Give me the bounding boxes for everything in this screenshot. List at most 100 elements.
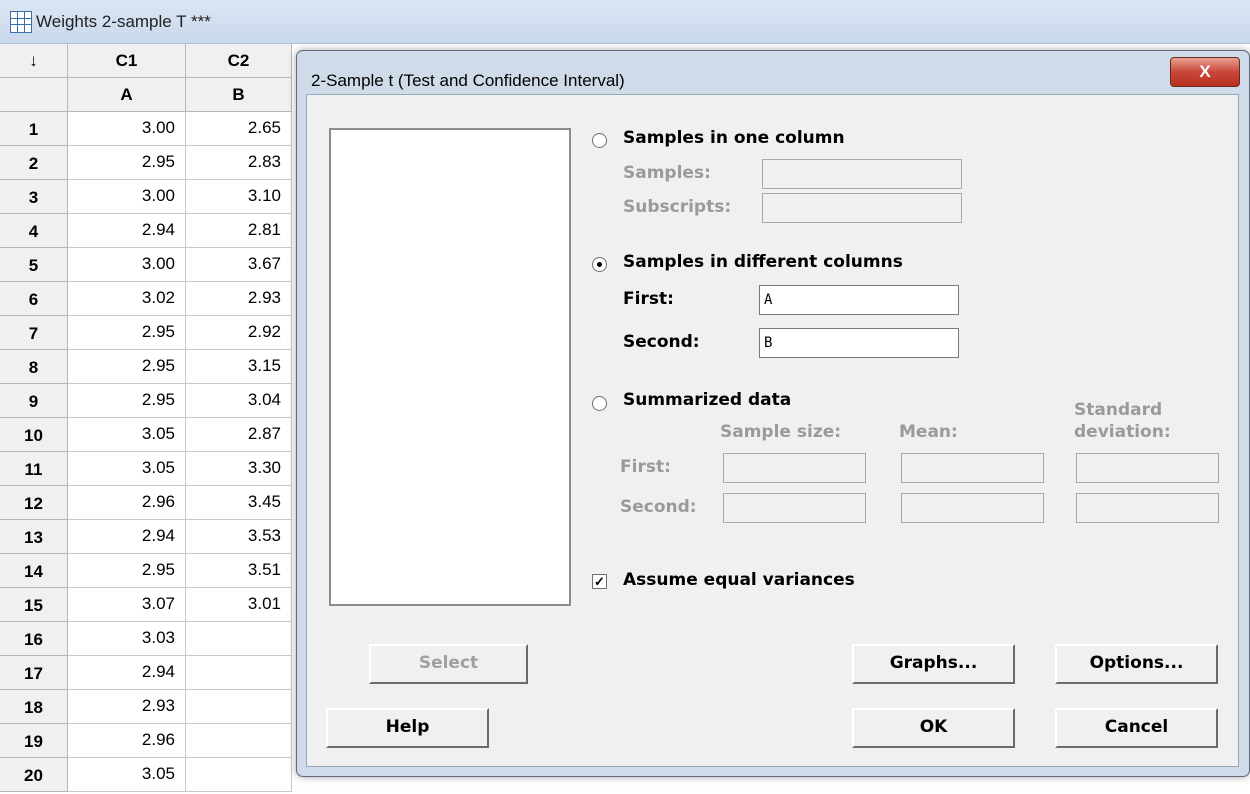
first-sample-size-field[interactable] [723, 453, 866, 483]
cell-b[interactable]: 3.67 [186, 248, 292, 282]
ok-button[interactable]: OK [852, 708, 1015, 748]
samples-field[interactable] [762, 159, 962, 189]
cell-b[interactable]: 2.81 [186, 214, 292, 248]
samples-one-column-label[interactable]: Samples in one column [623, 128, 845, 148]
row-number[interactable]: 18 [0, 690, 68, 724]
column-arrow-header[interactable]: ↓ [0, 44, 68, 78]
cell-a[interactable]: 2.95 [68, 146, 186, 180]
cell-b[interactable] [186, 724, 292, 758]
first-label: First: [623, 289, 674, 309]
cancel-button[interactable]: Cancel [1055, 708, 1218, 748]
cell-b[interactable] [186, 690, 292, 724]
row-number[interactable]: 11 [0, 452, 68, 486]
radio-samples-different-columns[interactable] [592, 257, 607, 272]
cell-a[interactable]: 2.94 [68, 214, 186, 248]
two-sample-t-dialog: 2-Sample t (Test and Confidence Interval… [296, 50, 1250, 777]
row-number[interactable]: 2 [0, 146, 68, 180]
cell-a[interactable]: 3.03 [68, 622, 186, 656]
row-number[interactable]: 13 [0, 520, 68, 554]
first-std-dev-field[interactable] [1076, 453, 1219, 483]
row-number[interactable]: 12 [0, 486, 68, 520]
cell-a[interactable]: 3.00 [68, 248, 186, 282]
cell-b[interactable]: 3.10 [186, 180, 292, 214]
column-name-a[interactable]: A [68, 78, 186, 112]
cell-a[interactable]: 3.05 [68, 758, 186, 792]
cell-a[interactable]: 2.95 [68, 384, 186, 418]
cell-a[interactable]: 3.02 [68, 282, 186, 316]
equal-variances-checkbox[interactable]: ✓ [592, 574, 607, 589]
cell-a[interactable]: 3.07 [68, 588, 186, 622]
cell-b[interactable]: 2.83 [186, 146, 292, 180]
variable-list[interactable] [329, 128, 571, 606]
cell-b[interactable]: 2.87 [186, 418, 292, 452]
cell-b[interactable]: 2.65 [186, 112, 292, 146]
row-number[interactable]: 15 [0, 588, 68, 622]
cell-a[interactable]: 3.05 [68, 452, 186, 486]
column-id-c1[interactable]: C1 [68, 44, 186, 78]
row-number[interactable]: 16 [0, 622, 68, 656]
row-number[interactable]: 4 [0, 214, 68, 248]
row-number[interactable]: 3 [0, 180, 68, 214]
row-number[interactable]: 1 [0, 112, 68, 146]
worksheet-title-bar: Weights 2-sample T *** [0, 0, 1250, 44]
cell-b[interactable]: 3.45 [186, 486, 292, 520]
cell-a[interactable]: 2.96 [68, 724, 186, 758]
column-name-header-blank[interactable] [0, 78, 68, 112]
cell-b[interactable]: 3.51 [186, 554, 292, 588]
cell-b[interactable]: 3.04 [186, 384, 292, 418]
cell-a[interactable]: 2.96 [68, 486, 186, 520]
second-sample-size-field[interactable] [723, 493, 866, 523]
cell-b[interactable]: 3.30 [186, 452, 292, 486]
second-std-dev-field[interactable] [1076, 493, 1219, 523]
graphs-button[interactable]: Graphs... [852, 644, 1015, 684]
cell-a[interactable]: 3.00 [68, 112, 186, 146]
row-number[interactable]: 7 [0, 316, 68, 350]
mean-header: Mean: [899, 422, 958, 442]
radio-summarized-data[interactable] [592, 396, 607, 411]
dialog-title: 2-Sample t (Test and Confidence Interval… [311, 71, 625, 90]
equal-variances-label[interactable]: Assume equal variances [623, 570, 855, 590]
column-name-b[interactable]: B [186, 78, 292, 112]
row-number[interactable]: 6 [0, 282, 68, 316]
row-number[interactable]: 14 [0, 554, 68, 588]
cell-b[interactable]: 2.93 [186, 282, 292, 316]
cell-a[interactable]: 2.93 [68, 690, 186, 724]
row-number[interactable]: 5 [0, 248, 68, 282]
samples-different-columns-label[interactable]: Samples in different columns [623, 252, 903, 272]
row-number[interactable]: 8 [0, 350, 68, 384]
radio-samples-one-column[interactable] [592, 133, 607, 148]
second-mean-field[interactable] [901, 493, 1044, 523]
cell-b[interactable]: 3.01 [186, 588, 292, 622]
cell-a[interactable]: 2.95 [68, 316, 186, 350]
row-number[interactable]: 17 [0, 656, 68, 690]
cell-b[interactable]: 3.15 [186, 350, 292, 384]
row-number[interactable]: 19 [0, 724, 68, 758]
select-button[interactable]: Select [369, 644, 528, 684]
cell-b[interactable]: 2.92 [186, 316, 292, 350]
std-dev-header-line2: deviation: [1074, 422, 1171, 442]
cell-b[interactable] [186, 758, 292, 792]
cell-a[interactable]: 2.95 [68, 350, 186, 384]
cell-b[interactable]: 3.53 [186, 520, 292, 554]
cell-a[interactable]: 2.95 [68, 554, 186, 588]
first-column-field[interactable]: A [759, 285, 959, 315]
checkmark-icon: ✓ [594, 574, 605, 589]
cell-a[interactable]: 3.00 [68, 180, 186, 214]
row-number[interactable]: 10 [0, 418, 68, 452]
options-button[interactable]: Options... [1055, 644, 1218, 684]
row-number[interactable]: 20 [0, 758, 68, 792]
dialog-body: Samples in one column Samples: Subscript… [306, 94, 1239, 767]
cell-b[interactable] [186, 656, 292, 690]
row-number[interactable]: 9 [0, 384, 68, 418]
second-column-field[interactable]: B [759, 328, 959, 358]
column-id-c2[interactable]: C2 [186, 44, 292, 78]
close-button[interactable]: X [1170, 57, 1240, 87]
cell-a[interactable]: 2.94 [68, 656, 186, 690]
subscripts-field[interactable] [762, 193, 962, 223]
cell-b[interactable] [186, 622, 292, 656]
first-mean-field[interactable] [901, 453, 1044, 483]
cell-a[interactable]: 2.94 [68, 520, 186, 554]
help-button[interactable]: Help [326, 708, 489, 748]
summarized-data-label[interactable]: Summarized data [623, 390, 791, 410]
cell-a[interactable]: 3.05 [68, 418, 186, 452]
